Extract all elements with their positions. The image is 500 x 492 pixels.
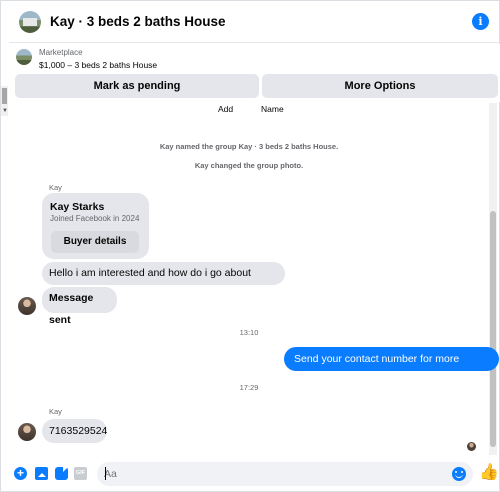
scroll-down-arrow-icon[interactable]: ▼ xyxy=(2,108,8,114)
buyer-details-button[interactable]: Buyer details xyxy=(51,231,139,253)
system-message: Kay changed the group photo. xyxy=(194,161,304,170)
profile-card-subtitle: Joined Facebook in 2024 xyxy=(50,214,140,223)
listing-thumbnail[interactable] xyxy=(16,49,32,65)
message-bubble-incoming[interactable]: Hello i am interested and how do i go ab… xyxy=(42,262,285,302)
add-label: Add xyxy=(218,104,234,114)
info-icon[interactable]: i xyxy=(472,13,489,30)
sender-avatar[interactable] xyxy=(18,423,36,441)
message-input[interactable] xyxy=(97,462,473,486)
plus-icon[interactable]: + xyxy=(14,467,27,480)
name-label: Name xyxy=(261,104,284,114)
emoji-icon[interactable] xyxy=(452,467,466,481)
message-bubble-incoming[interactable]: Message sent xyxy=(42,287,117,326)
gif-icon[interactable]: GIF xyxy=(74,467,87,480)
read-receipt-avatar xyxy=(467,442,476,451)
sender-name: Kay xyxy=(49,183,62,192)
conversation-header: Kay · 3 beds 2 baths House i xyxy=(9,1,500,43)
chat-scrollbar[interactable] xyxy=(489,103,497,455)
like-icon[interactable]: 👍 xyxy=(479,465,499,481)
chat-scrollbar-thumb[interactable] xyxy=(490,211,496,447)
timestamp: 13:10 xyxy=(239,328,259,337)
system-message: Kay named the group Kay · 3 beds 2 baths… xyxy=(159,142,339,151)
photo-icon[interactable] xyxy=(35,467,48,480)
profile-card: Kay Starks Joined Facebook in 2024 Buyer… xyxy=(42,193,149,259)
message-bubble-outgoing[interactable]: Send your contact number for more detail… xyxy=(284,347,499,389)
timestamp: 17:29 xyxy=(239,383,259,392)
message-composer: + GIF 👍 xyxy=(9,457,499,491)
more-options-button[interactable]: More Options xyxy=(262,74,498,98)
sender-avatar[interactable] xyxy=(18,297,36,315)
left-scrollbar[interactable]: ▼ xyxy=(1,86,8,116)
message-bubble-incoming[interactable]: 7163529524 xyxy=(42,419,107,443)
text-caret xyxy=(105,467,106,480)
sender-name: Kay xyxy=(49,407,62,416)
messenger-window: Kay · 3 beds 2 baths House i Marketplace… xyxy=(0,0,500,492)
listing-price-title[interactable]: $1,000 – 3 beds 2 baths House xyxy=(39,60,157,70)
left-scrollbar-thumb[interactable] xyxy=(2,88,7,104)
marketplace-label: Marketplace xyxy=(39,48,83,57)
mark-as-pending-button[interactable]: Mark as pending xyxy=(15,74,259,98)
group-photo[interactable] xyxy=(19,10,41,33)
marketplace-panel: Marketplace $1,000 – 3 beds 2 baths Hous… xyxy=(9,44,500,102)
profile-card-name: Kay Starks xyxy=(50,201,105,213)
conversation-title[interactable]: Kay · 3 beds 2 baths House xyxy=(50,14,226,29)
sticker-icon[interactable] xyxy=(55,467,68,480)
